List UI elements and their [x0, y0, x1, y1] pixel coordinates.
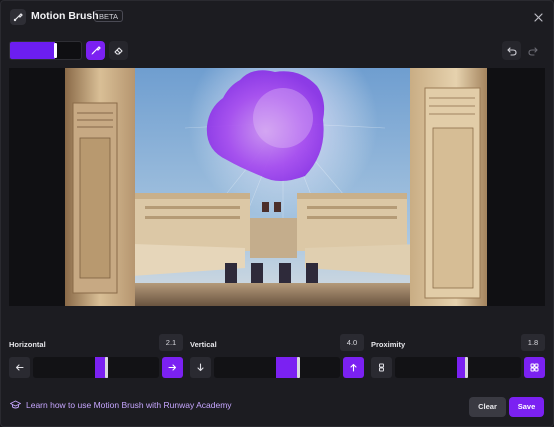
vertical-label: Vertical [190, 340, 217, 349]
horizontal-slider-group: Horizontal 2.1 [9, 334, 183, 380]
graduation-cap-icon [10, 400, 21, 409]
redo-icon [527, 46, 538, 56]
brush-color-swatch [10, 42, 55, 59]
color-picker-handle[interactable] [54, 43, 57, 58]
vertical-slider-group: Vertical 4.0 [190, 334, 364, 380]
proximity-value[interactable]: 1.8 [521, 334, 545, 351]
proximity-label: Proximity [371, 340, 406, 349]
vertical-up-button[interactable] [343, 357, 364, 378]
vertical-value[interactable]: 4.0 [340, 334, 364, 351]
brush-canvas[interactable] [9, 68, 545, 306]
proximity-track[interactable] [395, 357, 521, 378]
academy-link-text[interactable]: Learn how to use Motion Brush with Runwa… [26, 400, 232, 410]
vertical-fill [276, 357, 298, 378]
undo-button[interactable] [502, 41, 521, 60]
scene-image [65, 68, 487, 306]
academy-link[interactable]: Learn how to use Motion Brush with Runwa… [10, 400, 232, 410]
horizontal-value[interactable]: 2.1 [159, 334, 183, 351]
motion-brush-dialog: Motion Brush BETA Horizontal 2.1 Vertica… [0, 0, 554, 427]
arrow-down-icon [197, 363, 204, 372]
vertical-down-button[interactable] [190, 357, 211, 378]
vertical-track[interactable] [214, 357, 340, 378]
undo-icon [506, 46, 517, 56]
dialog-title: Motion Brush [31, 10, 99, 22]
horizontal-handle[interactable] [105, 357, 108, 378]
redo-button[interactable] [523, 41, 542, 60]
arrow-right-icon [168, 364, 177, 371]
proximity-handle[interactable] [465, 357, 468, 378]
horizontal-label: Horizontal [9, 340, 46, 349]
arrow-up-icon [350, 363, 357, 372]
dialog-header: Motion Brush BETA [1, 1, 553, 33]
eraser-tool-button[interactable] [109, 41, 128, 60]
beta-badge: BETA [94, 10, 124, 22]
eraser-icon [114, 47, 123, 55]
save-button[interactable]: Save [509, 397, 544, 417]
proximity-far-button[interactable] [524, 357, 545, 378]
brush-icon [91, 46, 101, 55]
proximity-near-button[interactable] [371, 357, 392, 378]
arrow-left-icon [15, 364, 24, 371]
proximity-near-icon [379, 363, 384, 372]
proximity-slider-group: Proximity 1.8 [371, 334, 545, 380]
horizontal-left-button[interactable] [9, 357, 30, 378]
brush-color-picker[interactable] [9, 41, 82, 60]
horizontal-right-button[interactable] [162, 357, 183, 378]
proximity-far-icon [530, 363, 539, 372]
horizontal-track[interactable] [33, 357, 159, 378]
brush-tool-button[interactable] [86, 41, 105, 60]
vertical-handle[interactable] [297, 357, 300, 378]
close-button[interactable] [531, 10, 545, 24]
motion-brush-icon [10, 9, 26, 25]
clear-button[interactable]: Clear [469, 397, 506, 417]
close-icon [533, 12, 543, 22]
